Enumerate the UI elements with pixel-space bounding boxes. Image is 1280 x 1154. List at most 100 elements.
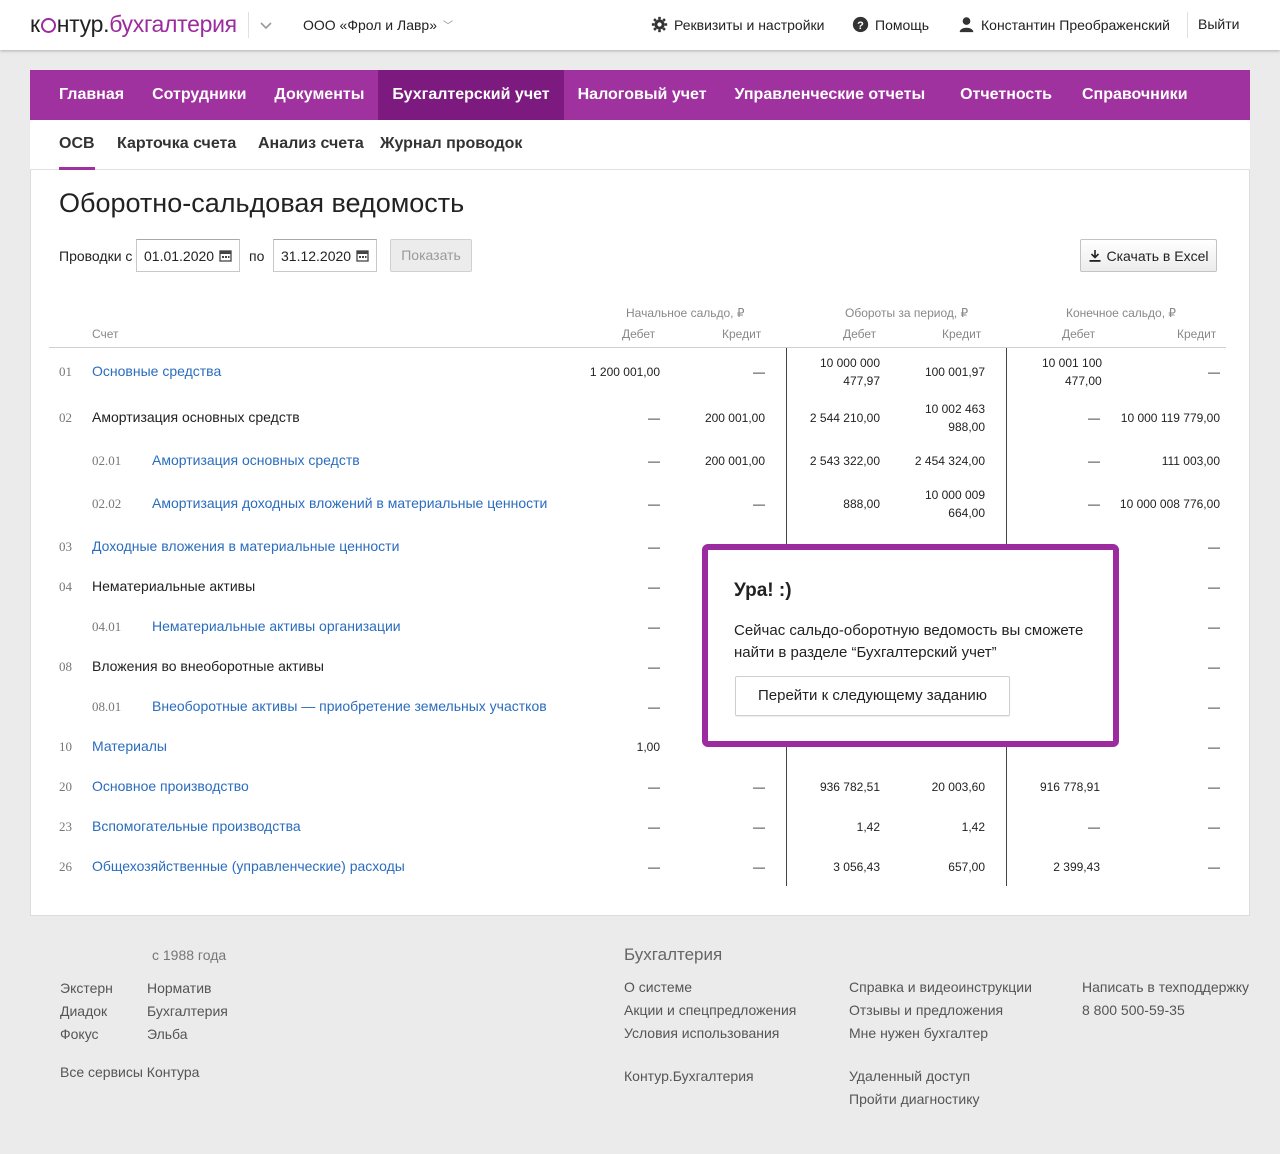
header-end-debit: Дебет xyxy=(1062,327,1096,341)
logout-link[interactable]: Выйти xyxy=(1198,16,1239,32)
nav-item-main[interactable]: Главная xyxy=(30,70,138,120)
account-link[interactable]: Материалы xyxy=(92,738,167,754)
nav-item-directories[interactable]: Справочники xyxy=(1066,70,1202,120)
download-excel-label: Скачать в Excel xyxy=(1106,247,1209,264)
tab-journal[interactable]: Журнал проводок xyxy=(380,135,522,153)
account-link[interactable]: Амортизация основных средств xyxy=(152,452,360,468)
account-code: 08 xyxy=(59,659,72,674)
account-link[interactable]: Внеоборотные активы — приобретение земел… xyxy=(152,698,547,714)
turnover-debit: 888,00 xyxy=(843,497,880,511)
calendar-icon[interactable] xyxy=(356,249,369,262)
start-debit: — xyxy=(648,860,660,874)
page-title: Оборотно-сальдовая ведомость xyxy=(59,188,465,218)
account-code: 10 xyxy=(59,739,72,754)
turnover-debit: 3 056,43 xyxy=(833,860,880,874)
account-code: 02.01 xyxy=(92,453,122,468)
account-link[interactable]: Нематериальные активы организации xyxy=(152,618,401,634)
account-name: Амортизация основных средств xyxy=(92,409,300,425)
kontur-logo[interactable]: к нтур.бухгалтерия xyxy=(30,11,237,38)
help-icon: ? xyxy=(852,16,869,33)
download-excel-button[interactable]: Скачать в Excel xyxy=(1080,239,1217,272)
nav-item-reporting[interactable]: Отчетность xyxy=(945,70,1066,120)
help-link[interactable]: ? Помощь xyxy=(852,16,929,33)
end-debit: 2 399,43 xyxy=(1053,860,1100,874)
download-icon xyxy=(1089,249,1101,262)
end-debit: — xyxy=(1088,411,1100,425)
organization-selector[interactable]: ООО «Фрол и Лавр» ﹀ xyxy=(303,17,453,33)
settings-link[interactable]: Реквизиты и настройки xyxy=(651,16,824,33)
footer-link-diadoc[interactable]: Диадок xyxy=(60,1003,107,1019)
start-debit: — xyxy=(648,580,660,594)
end-credit: — xyxy=(1208,780,1220,794)
end-credit: — xyxy=(1208,660,1220,674)
account-link[interactable]: Доходные вложения в материальные ценност… xyxy=(92,538,399,554)
end-debit-cont: 477,00 xyxy=(1065,374,1102,388)
account-link[interactable]: Амортизация доходных вложений в материал… xyxy=(152,495,547,511)
end-credit: — xyxy=(1208,540,1220,554)
nav-item-tax[interactable]: Налоговый учет xyxy=(564,70,721,120)
footer-link-extern[interactable]: Экстерн xyxy=(60,980,113,996)
footer-link-product[interactable]: Контур.Бухгалтерия xyxy=(624,1068,754,1084)
start-credit: — xyxy=(753,497,765,511)
account-code: 04 xyxy=(59,579,72,594)
tab-account-card[interactable]: Карточка счета xyxy=(117,135,236,153)
user-menu[interactable]: Константин Преображенский xyxy=(958,16,1170,33)
footer-link-normativ[interactable]: Норматив xyxy=(147,980,211,996)
logo-circle-icon xyxy=(40,18,56,33)
chevron-down-icon[interactable] xyxy=(258,17,274,33)
turnover-credit: 657,00 xyxy=(948,860,985,874)
start-credit: — xyxy=(753,365,765,379)
turnover-credit: 100 001,97 xyxy=(924,365,985,379)
account-code: 02 xyxy=(59,410,72,425)
footer-link-focus[interactable]: Фокус xyxy=(60,1026,99,1042)
nav-item-employees[interactable]: Сотрудники xyxy=(138,70,260,120)
start-debit: — xyxy=(648,454,660,468)
footer-link-feedback[interactable]: Отзывы и предложения xyxy=(849,1002,1003,1018)
account-code: 01 xyxy=(59,364,72,379)
top-header: к нтур.бухгалтерия ООО «Фрол и Лавр» ﹀ Рек… xyxy=(0,0,1280,50)
footer-link-help[interactable]: Справка и видеоинструкции xyxy=(849,979,1032,995)
account-link[interactable]: Общехозяйственные (управленческие) расхо… xyxy=(92,858,405,874)
header-turnover-credit: Кредит xyxy=(942,327,982,341)
start-credit: — xyxy=(753,820,765,834)
date-to-input[interactable]: 31.12.2020 xyxy=(273,239,377,272)
end-credit: 10 000 008 776,00 xyxy=(1119,497,1220,511)
footer-link-about[interactable]: О системе xyxy=(624,979,692,995)
footer-all-services[interactable]: Все сервисы Контура xyxy=(60,1064,199,1080)
tab-osv[interactable]: ОСВ xyxy=(59,135,95,170)
footer-link-remote[interactable]: Удаленный доступ xyxy=(849,1068,970,1084)
logo-text-start: к xyxy=(30,11,40,37)
account-link[interactable]: Основные средства xyxy=(92,363,221,379)
account-link[interactable]: Вспомогательные производства xyxy=(92,818,301,834)
tab-account-analysis[interactable]: Анализ счета xyxy=(258,135,364,153)
date-from-input[interactable]: 01.01.2020 xyxy=(136,239,240,272)
footer-link-diagnostics[interactable]: Пройти диагностику xyxy=(849,1091,980,1107)
account-link[interactable]: Основное производство xyxy=(92,778,249,794)
show-button[interactable]: Показать xyxy=(390,239,472,272)
logo-product: бухгалтерия xyxy=(109,11,237,37)
end-debit: — xyxy=(1088,454,1100,468)
nav-item-management-reports[interactable]: Управленческие отчеты xyxy=(721,70,946,120)
end-credit: — xyxy=(1208,365,1220,379)
nav-item-accounting[interactable]: Бухгалтерский учет xyxy=(378,70,564,120)
main-navigation: Главная Сотрудники Документы Бухгалтерск… xyxy=(30,70,1250,120)
nav-item-documents[interactable]: Документы xyxy=(260,70,378,120)
start-debit: — xyxy=(648,540,660,554)
footer-link-terms[interactable]: Условия использования xyxy=(624,1025,779,1041)
header-start-credit: Кредит xyxy=(722,327,762,341)
turnover-credit-cont: 988,00 xyxy=(948,420,985,434)
header-start-balance: Начальное сальдо, ₽ xyxy=(626,306,745,320)
turnover-debit: 1,42 xyxy=(856,820,880,834)
help-label: Помощь xyxy=(875,16,930,33)
footer-link-support[interactable]: Написать в техподдержку xyxy=(1082,979,1249,995)
next-task-button[interactable]: Перейти к следующему заданию xyxy=(735,676,1010,716)
footer-link-buh[interactable]: Бухгалтерия xyxy=(147,1003,228,1019)
footer-link-promo[interactable]: Акции и спецпредложения xyxy=(624,1002,796,1018)
account-code: 26 xyxy=(59,859,72,874)
end-credit: — xyxy=(1208,700,1220,714)
footer-link-accountant[interactable]: Мне нужен бухгалтер xyxy=(849,1025,988,1041)
calendar-icon[interactable] xyxy=(219,249,232,262)
start-credit: 200 001,00 xyxy=(704,454,765,468)
footer-link-elba[interactable]: Эльба xyxy=(147,1026,188,1042)
end-credit: — xyxy=(1208,740,1220,754)
